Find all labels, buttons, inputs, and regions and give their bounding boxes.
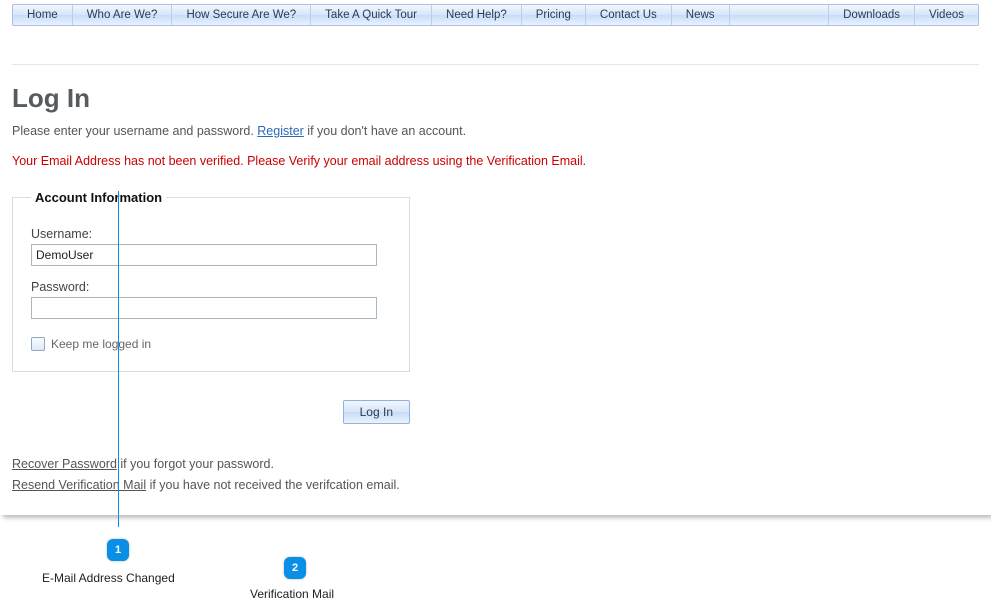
recover-suffix: if you forgot your password. bbox=[117, 457, 274, 471]
nav-spacer bbox=[730, 5, 830, 25]
account-fieldset: Account Information Username: Password: … bbox=[12, 190, 410, 372]
separator bbox=[12, 64, 979, 65]
callout-label-2: Verification Mail bbox=[250, 587, 334, 601]
nav-home[interactable]: Home bbox=[13, 5, 73, 25]
callout-badge-1: 1 bbox=[107, 539, 129, 561]
username-input[interactable] bbox=[31, 244, 377, 266]
resend-verification-link[interactable]: Resend Verification Mail bbox=[12, 478, 146, 492]
intro-text: Please enter your username and password.… bbox=[12, 124, 979, 138]
nav-pricing[interactable]: Pricing bbox=[522, 5, 586, 25]
nav-contact-us[interactable]: Contact Us bbox=[586, 5, 672, 25]
callout-badge-2: 2 bbox=[284, 557, 306, 579]
callouts-area: 1 E-Mail Address Changed 2 Verification … bbox=[0, 525, 991, 615]
fieldset-legend: Account Information bbox=[31, 190, 166, 205]
resend-suffix: if you have not received the verifcation… bbox=[146, 478, 400, 492]
callout-label-1: E-Mail Address Changed bbox=[42, 571, 175, 585]
main-panel: Home Who Are We? How Secure Are We? Take… bbox=[0, 4, 991, 515]
register-link[interactable]: Register bbox=[257, 124, 304, 138]
password-input[interactable] bbox=[31, 297, 377, 319]
intro-suffix: if you don't have an account. bbox=[304, 124, 466, 138]
keep-logged-in-label: Keep me logged in bbox=[51, 337, 151, 351]
callout-connector-line bbox=[118, 191, 119, 527]
keep-logged-in-checkbox[interactable] bbox=[31, 337, 45, 351]
nav-news[interactable]: News bbox=[672, 5, 730, 25]
recover-password-link[interactable]: Recover Password bbox=[12, 457, 117, 471]
password-label: Password: bbox=[31, 280, 391, 294]
nav-videos[interactable]: Videos bbox=[915, 5, 978, 25]
nav-how-secure[interactable]: How Secure Are We? bbox=[172, 5, 311, 25]
username-label: Username: bbox=[31, 227, 391, 241]
intro-prefix: Please enter your username and password. bbox=[12, 124, 257, 138]
nav-need-help[interactable]: Need Help? bbox=[432, 5, 522, 25]
top-nav: Home Who Are We? How Secure Are We? Take… bbox=[12, 4, 979, 26]
footer-links: Recover Password if you forgot your pass… bbox=[12, 454, 979, 497]
error-message: Your Email Address has not been verified… bbox=[12, 154, 979, 168]
page-title: Log In bbox=[12, 83, 979, 114]
nav-downloads[interactable]: Downloads bbox=[829, 5, 915, 25]
login-button[interactable]: Log In bbox=[343, 400, 410, 424]
nav-quick-tour[interactable]: Take A Quick Tour bbox=[311, 5, 432, 25]
nav-who-are-we[interactable]: Who Are We? bbox=[73, 5, 173, 25]
